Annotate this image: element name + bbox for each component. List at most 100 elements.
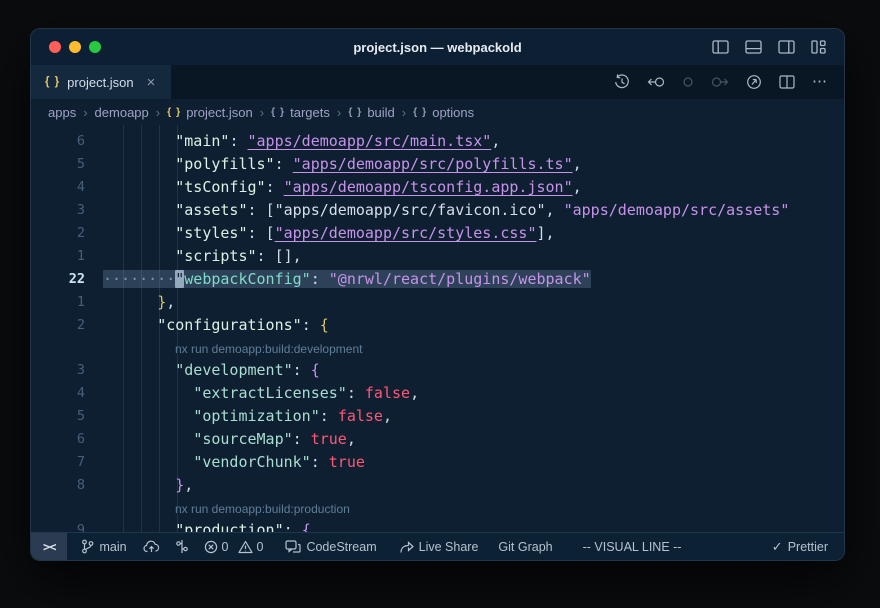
run-target-icon[interactable]: [746, 74, 762, 90]
code-text: "extractLicenses": false,: [103, 382, 844, 405]
close-window-button[interactable]: [49, 41, 61, 53]
code-row[interactable]: 2 "styles": ["apps/demoapp/src/styles.cs…: [31, 222, 844, 245]
gitlens-item[interactable]: [168, 533, 196, 560]
json-file-icon: { }: [45, 76, 60, 88]
breadcrumb-item-demoapp[interactable]: demoapp: [92, 105, 152, 120]
breadcrumb-label: build: [367, 105, 394, 120]
nx-codelens-link[interactable]: nx run demoapp:build:development: [103, 342, 362, 356]
line-number[interactable]: 5: [31, 405, 103, 428]
more-actions-icon[interactable]: ⋯: [812, 77, 828, 87]
code-text: "optimization": false,: [103, 405, 844, 428]
toggle-panel-icon[interactable]: [745, 40, 762, 54]
line-number[interactable]: 1: [31, 291, 103, 314]
line-number[interactable]: [31, 497, 103, 519]
symbol-braces-icon: { }: [348, 106, 362, 118]
code-lines: 6 "main": "apps/demoapp/src/main.tsx",5 …: [31, 130, 844, 532]
customize-layout-icon[interactable]: [811, 40, 826, 54]
breadcrumb-item-apps[interactable]: apps: [45, 105, 79, 120]
breadcrumb-item-options[interactable]: { }options: [410, 105, 477, 120]
code-text: "tsConfig": "apps/demoapp/tsconfig.app.j…: [103, 176, 844, 199]
code-text: "production": {: [103, 519, 844, 532]
line-number[interactable]: 3: [31, 199, 103, 222]
breadcrumb-item-project.json[interactable]: { }project.json: [164, 105, 256, 120]
line-number[interactable]: 4: [31, 176, 103, 199]
code-text: },: [103, 291, 844, 314]
code-row[interactable]: 1 "scripts": [],: [31, 245, 844, 268]
vim-mode-text: -- VISUAL LINE --: [583, 540, 682, 554]
tab-bar: { } project.json × ⋯: [31, 65, 844, 99]
git-branch-icon: [81, 539, 94, 554]
codestream-item[interactable]: CodeStream: [277, 533, 384, 560]
toggle-sidebar-icon[interactable]: [712, 40, 729, 54]
codelens-row[interactable]: nx run demoapp:build:production: [31, 497, 844, 519]
code-row[interactable]: 6 "sourceMap": true,: [31, 428, 844, 451]
git-branch-item[interactable]: main: [73, 533, 134, 560]
nx-codelens-link[interactable]: nx run demoapp:build:production: [103, 502, 350, 516]
code-row[interactable]: 3 "assets": ["apps/demoapp/src/favicon.i…: [31, 199, 844, 222]
code-text: "scripts": [],: [103, 245, 844, 268]
remote-window-icon: ><: [43, 540, 55, 554]
line-number[interactable]: 8: [31, 474, 103, 497]
code-text: "assets": ["apps/demoapp/src/favicon.ico…: [103, 199, 844, 222]
problems-item[interactable]: 0 0: [196, 533, 272, 560]
maximize-window-button[interactable]: [89, 41, 101, 53]
code-row[interactable]: 3 "development": {: [31, 359, 844, 382]
line-number[interactable]: 6: [31, 428, 103, 451]
previous-change-icon[interactable]: [647, 75, 665, 89]
change-marker-icon[interactable]: [682, 76, 694, 88]
next-change-icon[interactable]: [711, 75, 729, 89]
code-row[interactable]: 2 "configurations": {: [31, 314, 844, 337]
line-number[interactable]: 3: [31, 359, 103, 382]
code-row[interactable]: 1 },: [31, 291, 844, 314]
breadcrumb-label: project.json: [186, 105, 252, 120]
warning-icon: [238, 540, 253, 554]
split-editor-icon[interactable]: [779, 75, 795, 89]
git-graph-label: Git Graph: [498, 540, 552, 554]
code-row[interactable]: 8 },: [31, 474, 844, 497]
tab-project-json[interactable]: { } project.json ×: [31, 65, 171, 99]
line-number[interactable]: 7: [31, 451, 103, 474]
code-row[interactable]: 5 "optimization": false,: [31, 405, 844, 428]
remote-indicator[interactable]: ><: [31, 533, 67, 560]
code-text: "sourceMap": true,: [103, 428, 844, 451]
line-number[interactable]: 9: [31, 519, 103, 532]
breadcrumb-separator: ›: [154, 105, 162, 120]
code-row[interactable]: 7 "vendorChunk": true: [31, 451, 844, 474]
breadcrumb-item-build[interactable]: { } build: [345, 105, 398, 120]
line-number[interactable]: 6: [31, 130, 103, 153]
line-number[interactable]: 22: [31, 268, 103, 291]
breadcrumb: apps›demoapp›{ }project.json›{ }targets›…: [31, 99, 844, 125]
publish-changes-item[interactable]: [135, 533, 168, 560]
code-row[interactable]: 4 "tsConfig": "apps/demoapp/tsconfig.app…: [31, 176, 844, 199]
code-row[interactable]: 9 "production": {: [31, 519, 844, 532]
prettier-item[interactable]: ✓ Prettier: [764, 539, 836, 555]
line-number[interactable]: 2: [31, 314, 103, 337]
git-graph-item[interactable]: Git Graph: [490, 533, 560, 560]
codestream-label: CodeStream: [306, 540, 376, 554]
line-number[interactable]: 4: [31, 382, 103, 405]
symbol-braces-icon: { }: [271, 106, 285, 118]
minimize-window-button[interactable]: [69, 41, 81, 53]
toggle-secondary-sidebar-icon[interactable]: [778, 40, 795, 54]
code-row[interactable]: 22········"webpackConfig": "@nrwl/react/…: [31, 268, 844, 291]
line-number[interactable]: 5: [31, 153, 103, 176]
code-row[interactable]: 5 "polyfills": "apps/demoapp/src/polyfil…: [31, 153, 844, 176]
liveshare-icon: [399, 540, 414, 554]
timeline-history-icon[interactable]: [614, 74, 630, 90]
close-tab-icon[interactable]: ×: [147, 75, 156, 90]
prettier-label: Prettier: [788, 540, 828, 554]
traffic-lights: [49, 41, 101, 53]
code-text: "development": {: [103, 359, 844, 382]
line-number[interactable]: 1: [31, 245, 103, 268]
breadcrumb-separator: ›: [258, 105, 266, 120]
code-row[interactable]: 6 "main": "apps/demoapp/src/main.tsx",: [31, 130, 844, 153]
line-number[interactable]: 2: [31, 222, 103, 245]
code-row[interactable]: 4 "extractLicenses": false,: [31, 382, 844, 405]
codelens-row[interactable]: nx run demoapp:build:development: [31, 337, 844, 359]
line-number[interactable]: [31, 337, 103, 359]
code-editor[interactable]: 6 "main": "apps/demoapp/src/main.tsx",5 …: [31, 125, 844, 532]
breadcrumb-item-targets[interactable]: { }targets: [268, 105, 333, 120]
layout-controls: [712, 40, 844, 54]
liveshare-item[interactable]: Live Share: [391, 533, 487, 560]
liveshare-label: Live Share: [419, 540, 479, 554]
